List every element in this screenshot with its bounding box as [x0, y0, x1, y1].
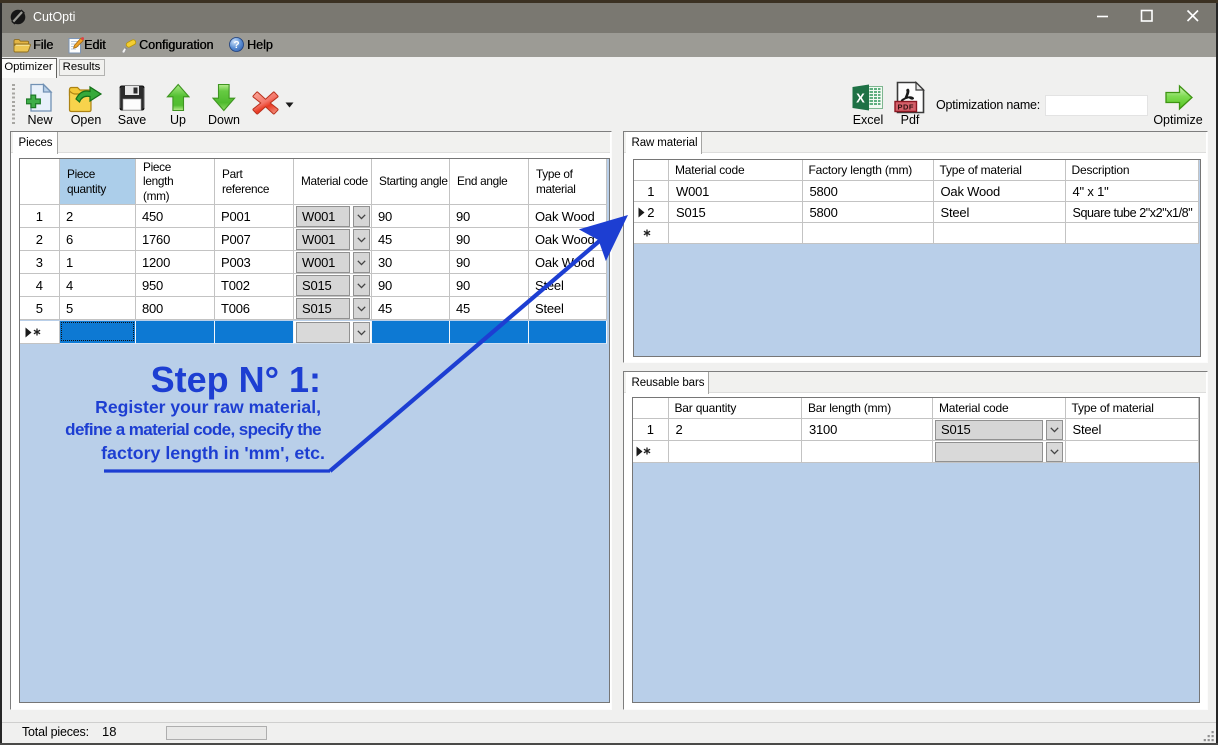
svg-text:PDF: PDF	[897, 103, 914, 112]
svg-text:?: ?	[233, 40, 239, 51]
svg-text:X: X	[856, 91, 865, 106]
